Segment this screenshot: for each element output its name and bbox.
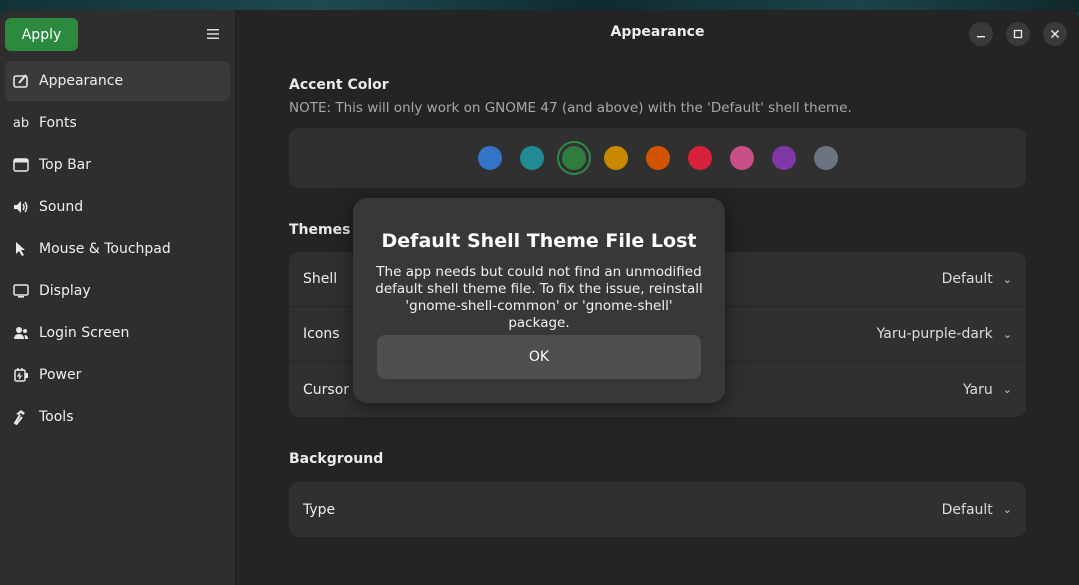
pointer-icon	[11, 239, 31, 259]
hamburger-menu-icon	[207, 29, 219, 39]
sidebar-item-label: Power	[39, 367, 82, 383]
sidebar: Apply Appearance ab Fonts Top Bar Sound …	[0, 10, 236, 585]
users-icon	[11, 323, 31, 343]
themes-heading: Themes	[289, 222, 351, 238]
accent-swatch[interactable]	[603, 146, 628, 170]
row-value: Default	[941, 501, 993, 518]
accent-swatch[interactable]	[687, 146, 712, 170]
row-label: Shell	[303, 271, 338, 287]
accent-color-note: NOTE: This will only work on GNOME 47 (a…	[289, 100, 852, 116]
minimize-button[interactable]	[969, 22, 993, 46]
sidebar-item-fonts[interactable]: ab Fonts	[5, 103, 230, 143]
chevron-down-icon: ⌄	[1002, 383, 1012, 396]
row-label: Icons	[303, 326, 340, 342]
sidebar-item-display[interactable]: Display	[5, 271, 230, 311]
appearance-icon	[11, 71, 31, 91]
hammer-icon	[11, 407, 31, 427]
sidebar-item-mouse-touchpad[interactable]: Mouse & Touchpad	[5, 229, 230, 269]
chevron-down-icon: ⌄	[1002, 503, 1012, 516]
apply-button[interactable]: Apply	[5, 18, 78, 51]
top-bar-icon	[11, 155, 31, 175]
error-dialog: Default Shell Theme File Lost The app ne…	[353, 198, 725, 403]
accent-swatch[interactable]	[729, 146, 754, 170]
row-value: Yaru	[962, 381, 993, 398]
sidebar-item-top-bar[interactable]: Top Bar	[5, 145, 230, 185]
sidebar-item-label: Display	[39, 283, 91, 299]
power-icon	[11, 365, 31, 385]
chevron-down-icon: ⌄	[1002, 272, 1012, 286]
background-card: Type Default ⌄	[289, 482, 1026, 537]
ok-button[interactable]: OK	[377, 335, 701, 379]
minimize-icon	[977, 36, 985, 38]
sidebar-item-label: Fonts	[39, 115, 77, 131]
sidebar-item-label: Sound	[39, 199, 84, 215]
row-label: Cursor	[303, 381, 350, 398]
sidebar-item-label: Appearance	[39, 73, 124, 89]
close-icon	[1051, 30, 1059, 38]
main-menu-button[interactable]	[197, 18, 229, 50]
fonts-icon: ab	[12, 115, 30, 131]
accent-swatch[interactable]	[556, 141, 591, 175]
sound-icon	[11, 197, 31, 217]
sidebar-item-tools[interactable]: Tools	[5, 397, 230, 437]
accent-swatch[interactable]	[771, 146, 796, 170]
row-label: Type	[303, 501, 336, 518]
close-button[interactable]	[1043, 22, 1067, 46]
chevron-down-icon: ⌄	[1002, 327, 1012, 341]
maximize-button[interactable]	[1006, 22, 1030, 46]
sidebar-nav: Appearance ab Fonts Top Bar Sound Mouse …	[5, 61, 230, 439]
accent-swatch[interactable]	[477, 146, 502, 170]
sidebar-item-label: Tools	[39, 409, 74, 425]
row-value: Default	[941, 271, 993, 287]
sidebar-item-appearance[interactable]: Appearance	[5, 61, 230, 101]
accent-swatch[interactable]	[519, 146, 544, 170]
sidebar-item-login-screen[interactable]: Login Screen	[5, 313, 230, 353]
sidebar-item-label: Login Screen	[39, 325, 130, 341]
accent-swatch-list	[289, 128, 1026, 188]
window-title: Appearance	[610, 24, 705, 40]
sidebar-item-sound[interactable]: Sound	[5, 187, 230, 227]
accent-swatch[interactable]	[645, 146, 670, 170]
sidebar-item-label: Mouse & Touchpad	[39, 241, 171, 257]
display-icon	[11, 281, 31, 301]
dialog-title: Default Shell Theme File Lost	[381, 230, 697, 252]
sidebar-item-power[interactable]: Power	[5, 355, 230, 395]
accent-swatch[interactable]	[813, 146, 838, 170]
dialog-message: The app needs but could not find an unmo…	[375, 264, 703, 331]
accent-color-card	[289, 128, 1026, 188]
maximize-icon	[1013, 29, 1023, 39]
row-value: Yaru-purple-dark	[876, 326, 993, 342]
accent-color-heading: Accent Color	[289, 77, 389, 93]
background-heading: Background	[289, 451, 384, 467]
background-row-type[interactable]: Type Default ⌄	[289, 482, 1026, 537]
sidebar-item-label: Top Bar	[39, 157, 92, 173]
